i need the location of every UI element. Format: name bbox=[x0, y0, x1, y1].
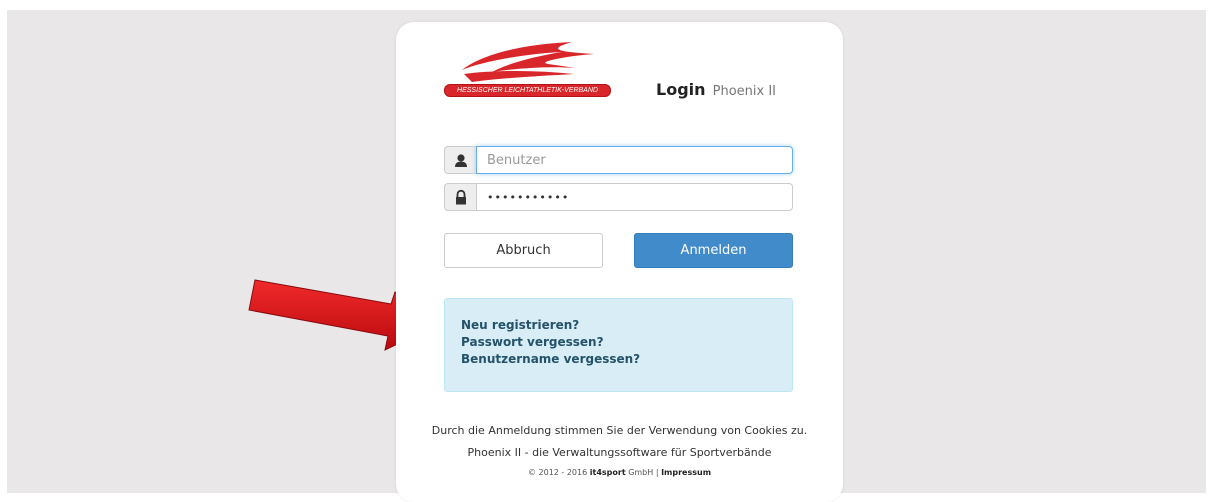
login-subtitle: Phoenix II bbox=[712, 84, 776, 99]
impressum-link[interactable]: Impressum bbox=[661, 468, 711, 477]
logo: HESSISCHER LEICHTATHLETIK-VERBAND bbox=[444, 40, 612, 102]
login-button[interactable]: Anmelden bbox=[634, 233, 793, 268]
copyright: © 2012 - 2016 it4sport GmbH | Impressum bbox=[396, 468, 843, 477]
forgot-username-link[interactable]: Benutzername vergessen? bbox=[461, 351, 776, 368]
user-icon bbox=[455, 154, 467, 167]
username-field bbox=[444, 146, 793, 174]
password-field bbox=[444, 183, 793, 211]
username-input[interactable] bbox=[476, 146, 793, 174]
user-icon-addon bbox=[444, 146, 476, 174]
help-links-box: Neu registrieren? Passwort vergessen? Be… bbox=[444, 298, 793, 392]
logo-org-name: HESSISCHER LEICHTATHLETIK-VERBAND bbox=[444, 84, 611, 97]
cookie-notice: Durch die Anmeldung stimmen Sie der Verw… bbox=[431, 424, 808, 437]
logo-swoosh-icon bbox=[462, 42, 594, 82]
lock-icon bbox=[456, 189, 466, 205]
cancel-button[interactable]: Abbruch bbox=[444, 233, 603, 268]
page-title: Login Phoenix II bbox=[656, 80, 776, 99]
login-card: HESSISCHER LEICHTATHLETIK-VERBAND Login … bbox=[396, 22, 843, 502]
lock-icon-addon bbox=[444, 183, 476, 211]
login-title: Login bbox=[656, 80, 706, 99]
tagline: Phoenix II - die Verwaltungssoftware für… bbox=[467, 446, 772, 459]
copyright-years: © 2012 - 2016 bbox=[527, 468, 588, 477]
company-name: it4sport bbox=[589, 468, 626, 477]
register-link[interactable]: Neu registrieren? bbox=[461, 317, 776, 334]
forgot-password-link[interactable]: Passwort vergessen? bbox=[461, 334, 776, 351]
company-suffix: GmbH | bbox=[628, 468, 659, 477]
password-input[interactable] bbox=[476, 183, 793, 211]
